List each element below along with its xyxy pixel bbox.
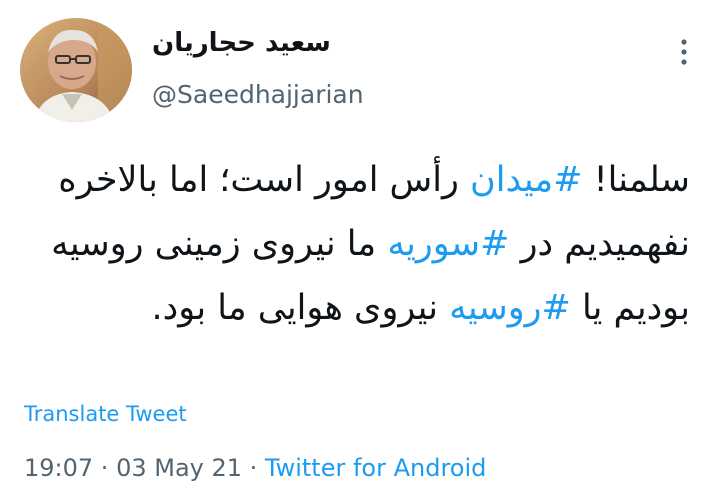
more-vertical-icon[interactable] xyxy=(664,32,704,72)
hashtag-link[interactable]: #روسیه xyxy=(449,288,571,328)
tweet-source-link[interactable]: Twitter for Android xyxy=(265,454,486,482)
meta-separator: · xyxy=(93,454,117,482)
tweet-text-segment: نیروی هوایی ما بود. xyxy=(151,288,450,328)
tweet-date[interactable]: 03 May 21 xyxy=(116,454,242,482)
avatar[interactable] xyxy=(20,18,132,122)
display-name[interactable]: سعید حجاریان xyxy=(152,28,331,58)
user-handle[interactable]: @Saeedhajjarian xyxy=(152,80,364,109)
tweet-text-segment: سلمنا! xyxy=(582,160,690,200)
hashtag-link[interactable]: #سوریه xyxy=(387,224,509,264)
translate-tweet-link[interactable]: Translate Tweet xyxy=(24,402,187,426)
avatar-image xyxy=(20,18,132,122)
tweet-text: سلمنا! #میدان رأس امور است؛ اما بالاخره … xyxy=(20,148,690,340)
meta-separator: · xyxy=(242,454,265,482)
tweet-card: سعید حجاریان @Saeedhajjarian سلمنا! #مید… xyxy=(0,0,720,502)
tweet-metadata: 19:07 · 03 May 21 · Twitter for Android xyxy=(24,454,486,482)
hashtag-link[interactable]: #میدان xyxy=(470,160,582,200)
tweet-time[interactable]: 19:07 xyxy=(24,454,93,482)
